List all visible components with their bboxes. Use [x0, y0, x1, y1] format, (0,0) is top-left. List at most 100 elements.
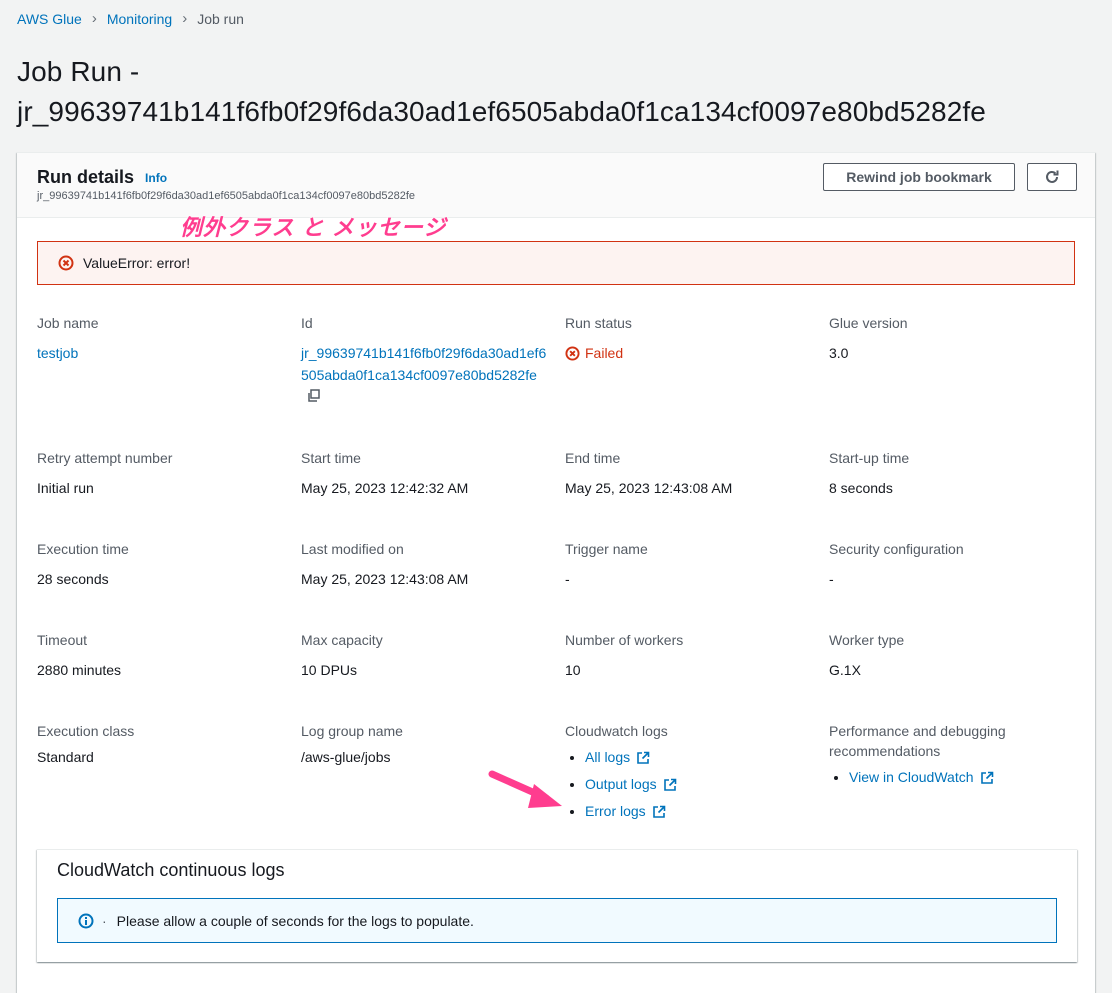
output-logs-link[interactable]: Output logs — [585, 771, 677, 798]
error-alert: ValueError: error! — [37, 241, 1075, 285]
field-label: Performance and debugging recommendation… — [829, 723, 1006, 759]
field-value: 3.0 — [829, 345, 849, 361]
field-log-group: Log group name /aws-glue/jobs — [301, 721, 551, 768]
field-label: Timeout — [37, 632, 88, 648]
run-details-header: Run details Info jr_99639741b141f6fb0f29… — [17, 153, 1095, 218]
field-label: Security configuration — [829, 541, 964, 557]
field-label: Retry attempt number — [37, 450, 173, 466]
list-item: View in CloudWatch — [849, 764, 1079, 791]
field-value: May 25, 2023 12:43:08 AM — [565, 480, 733, 496]
field-start-time: Start time May 25, 2023 12:42:32 AM — [301, 448, 551, 499]
field-label: Glue version — [829, 315, 908, 331]
list-item: Output logs — [585, 771, 815, 798]
job-name-link[interactable]: testjob — [37, 345, 78, 361]
rewind-job-bookmark-button[interactable]: Rewind job bookmark — [823, 163, 1015, 191]
error-logs-link[interactable]: Error logs — [585, 798, 666, 825]
field-worker-type: Worker type G.1X — [829, 630, 1079, 681]
list-item: Error logs — [585, 798, 815, 825]
field-value: 8 seconds — [829, 480, 893, 496]
field-retry-attempt: Retry attempt number Initial run — [37, 448, 287, 499]
field-execution-time: Execution time 28 seconds — [37, 539, 287, 590]
refresh-icon — [1046, 170, 1059, 183]
all-logs-link[interactable]: All logs — [585, 744, 650, 771]
cloudwatch-continuous-logs-panel: CloudWatch continuous logs · Please allo… — [37, 849, 1077, 962]
breadcrumb-aws-glue[interactable]: AWS Glue — [17, 11, 82, 27]
field-job-name: Job name testjob — [37, 313, 287, 364]
run-id-subtitle: jr_99639741b141f6fb0f29f6da30ad1ef6505ab… — [37, 190, 416, 202]
field-value: - — [565, 571, 570, 587]
cloudwatch-continuous-logs-title: CloudWatch continuous logs — [57, 860, 285, 880]
field-value: Initial run — [37, 480, 94, 496]
copy-icon[interactable] — [307, 387, 321, 409]
error-message: ValueError: error! — [83, 255, 191, 271]
field-max-capacity: Max capacity 10 DPUs — [301, 630, 551, 681]
chevron-right-icon: › — [182, 10, 188, 27]
field-id: Id jr_99639741b141f6fb0f29f6da30ad1ef650… — [301, 313, 551, 409]
field-cloudwatch-logs: Cloudwatch logs All logs Output logs Err… — [565, 721, 815, 825]
external-link-icon — [652, 805, 665, 818]
field-label: Id — [301, 315, 313, 331]
field-performance: Performance and debugging recommendation… — [829, 721, 1079, 791]
breadcrumb-current: Job run — [197, 10, 244, 27]
page-title: Job Run - jr_99639741b141f6fb0f29f6da30a… — [17, 52, 986, 132]
chevron-right-icon: › — [91, 10, 97, 27]
field-label: Start-up time — [829, 450, 910, 466]
error-circle-icon — [565, 345, 580, 361]
field-end-time: End time May 25, 2023 12:43:08 AM — [565, 448, 815, 499]
field-value: 10 — [565, 662, 581, 678]
page-title-line1: Job Run - — [17, 56, 140, 87]
field-startup-time: Start-up time 8 seconds — [829, 448, 1079, 499]
info-message: Please allow a couple of seconds for the… — [116, 912, 474, 929]
field-label: Start time — [301, 450, 361, 466]
field-label: Cloudwatch logs — [565, 723, 668, 739]
field-value: May 25, 2023 12:42:32 AM — [301, 480, 469, 496]
field-run-status: Run status Failed — [565, 313, 815, 364]
field-security-config: Security configuration - — [829, 539, 1079, 590]
error-circle-icon — [58, 255, 74, 271]
external-link-icon — [637, 751, 650, 764]
info-link[interactable]: Info — [145, 171, 167, 185]
field-value: G.1X — [829, 662, 861, 678]
field-label: Worker type — [829, 632, 905, 648]
field-label: Run status — [565, 315, 632, 331]
field-label: Max capacity — [301, 632, 383, 648]
field-value: Standard — [37, 749, 94, 765]
field-value: May 25, 2023 12:43:08 AM — [301, 571, 469, 587]
field-label: Log group name — [301, 723, 403, 739]
field-label: Last modified on — [301, 541, 404, 557]
field-value: 28 seconds — [37, 571, 109, 587]
refresh-button[interactable] — [1027, 163, 1077, 191]
run-status-text: Failed — [585, 345, 624, 361]
info-alert: · Please allow a couple of seconds for t… — [57, 898, 1057, 943]
field-timeout: Timeout 2880 minutes — [37, 630, 287, 681]
external-link-icon — [980, 771, 993, 784]
field-label: Execution class — [37, 723, 135, 739]
list-item: All logs — [585, 744, 815, 771]
performance-links: View in CloudWatch — [829, 764, 1079, 791]
annotation-arrow-icon — [488, 770, 562, 808]
field-label: End time — [565, 450, 621, 466]
field-label: Number of workers — [565, 632, 684, 648]
field-label: Execution time — [37, 541, 129, 557]
annotation-text: 例外クラス と メッセージ — [180, 215, 447, 240]
field-execution-class: Execution class Standard — [37, 721, 287, 768]
run-id-link[interactable]: jr_99639741b141f6fb0f29f6da30ad1ef6505ab… — [301, 345, 546, 383]
view-in-cloudwatch-link[interactable]: View in CloudWatch — [849, 764, 994, 791]
run-status-value: Failed — [565, 342, 815, 364]
field-last-modified: Last modified on May 25, 2023 12:43:08 A… — [301, 539, 551, 590]
field-value: /aws-glue/jobs — [301, 749, 391, 765]
info-dot: · — [102, 912, 107, 929]
field-label: Trigger name — [565, 541, 648, 557]
breadcrumb-monitoring[interactable]: Monitoring — [107, 11, 172, 27]
field-value: - — [829, 571, 834, 587]
info-circle-icon — [78, 913, 94, 929]
field-value: 2880 minutes — [37, 662, 122, 678]
page-title-line2: jr_99639741b141f6fb0f29f6da30ad1ef6505ab… — [17, 96, 986, 127]
field-num-workers: Number of workers 10 — [565, 630, 815, 681]
external-link-icon — [663, 778, 676, 791]
run-details-title: Run details — [37, 167, 135, 187]
field-label: Job name — [37, 315, 99, 331]
field-value: 10 DPUs — [301, 662, 358, 678]
panel-title: Run details Info — [37, 167, 167, 188]
field-glue-version: Glue version 3.0 — [829, 313, 1079, 364]
